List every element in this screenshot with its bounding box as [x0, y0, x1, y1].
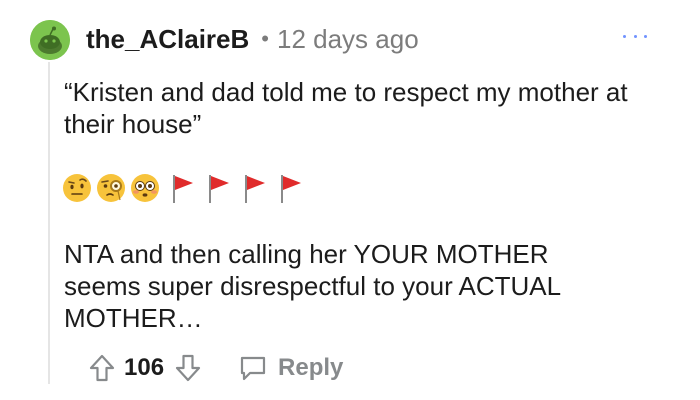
meta-separator: •: [261, 26, 269, 51]
reply-label: Reply: [278, 354, 344, 381]
upvote-arrow-icon: [89, 354, 115, 382]
red-flag-icon: [209, 175, 229, 203]
vote-score: 106: [124, 354, 165, 381]
red-flag-icon: [245, 175, 265, 203]
upvote-button[interactable]: [84, 350, 120, 386]
snoo-avatar-icon: [30, 20, 70, 60]
more-dot-icon: [633, 34, 637, 38]
thread-line[interactable]: [48, 62, 50, 384]
downvote-button[interactable]: [170, 350, 206, 386]
red-flag-icon: [281, 175, 301, 203]
more-options-button[interactable]: [623, 26, 647, 46]
comment-body: NTA and then calling her YOUR MOTHER see…: [64, 239, 561, 333]
comment-header: the_AClaireB • 12 days ago: [86, 22, 419, 56]
face-with-monocle-icon: [97, 174, 125, 202]
comment-timestamp[interactable]: 12 days ago: [277, 24, 419, 55]
reply-button[interactable]: Reply: [238, 354, 343, 382]
comment-actions: 106 Reply: [84, 350, 343, 386]
face-with-raised-eyebrow-icon: [63, 174, 91, 202]
quoted-text: “Kristen and dad told me to respect my m…: [64, 77, 628, 139]
red-flag-icon: [173, 175, 193, 203]
avatar[interactable]: [30, 20, 70, 60]
downvote-arrow-icon: [175, 354, 201, 382]
more-dot-icon: [644, 34, 647, 38]
flushed-face-icon: [131, 174, 159, 202]
username-link[interactable]: the_AClaireB: [86, 24, 249, 55]
emoji-row: [62, 170, 304, 206]
more-dot-icon: [623, 34, 626, 38]
comment-bubble-icon: [240, 356, 266, 381]
